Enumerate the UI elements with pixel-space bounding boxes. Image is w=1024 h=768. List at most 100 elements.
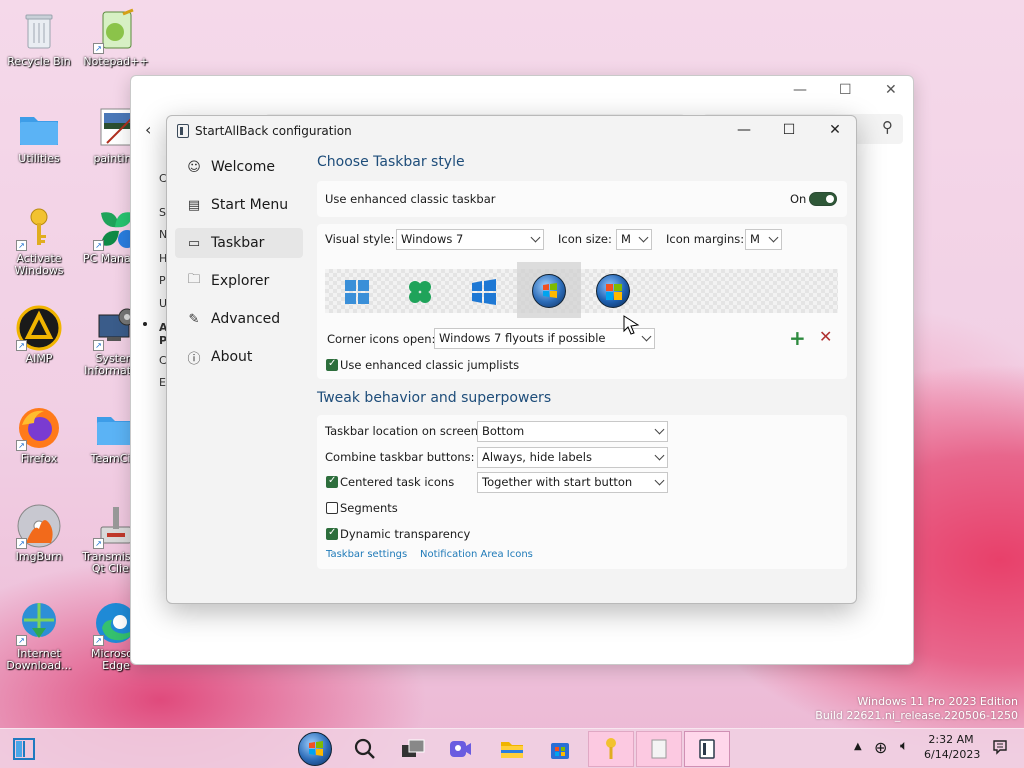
speaker-muted-icon[interactable]: 🔈︎ [900, 738, 908, 754]
enhanced-taskbar-label: Use enhanced classic taskbar [325, 192, 496, 206]
start-style-win7-orb-icon[interactable] [532, 274, 566, 308]
minimize-icon[interactable]: — [793, 82, 807, 98]
startallback-dialog[interactable]: StartAllBack configuration — ☐ ✕ ☺ Welco… [166, 115, 857, 604]
sidebar-item-label: Advanced [211, 311, 281, 327]
desktop-icon-label: Utilities [18, 152, 60, 165]
chevron-up-icon[interactable]: ▲ [854, 741, 862, 752]
sidebar-item-label: Explorer [211, 273, 270, 289]
sidebar-item-start-menu[interactable]: ▤ Start Menu [175, 190, 303, 220]
desktop-icon-label: AIMP [25, 352, 53, 365]
desktop-icon-label: Firefox [20, 452, 58, 465]
folder-icon: 🗀 [187, 272, 201, 287]
taskbar-settings-link[interactable]: Taskbar settings [326, 549, 407, 560]
taskbar-style-card: Visual style: Windows 7 Icon size: M Ico… [317, 224, 847, 379]
desktop-icon-label: Internet Download... [6, 647, 72, 672]
sidebar-item-taskbar[interactable]: ▭ Taskbar [175, 228, 303, 258]
icon-size-label: Icon size: [558, 232, 612, 246]
sidebar-item-welcome[interactable]: ☺ Welcome [175, 152, 303, 182]
bullet-dot [143, 322, 147, 326]
centered-icons-checkbox[interactable] [326, 475, 338, 488]
aimp-icon: ↗ [16, 305, 62, 351]
sidebar-letter: P [159, 274, 166, 287]
sidebar-item-advanced[interactable]: ✎ Advanced [175, 304, 303, 334]
desktop-icon-activate-windows[interactable]: ↗ Activate Windows [5, 205, 73, 277]
segments-checkbox[interactable] [326, 502, 338, 514]
task-view-icon[interactable] [397, 733, 429, 765]
taskbar-location-select[interactable]: Bottom [477, 421, 668, 442]
start-style-win10-icon[interactable] [471, 279, 497, 308]
search-icon[interactable] [349, 733, 381, 765]
meet-icon[interactable] [444, 733, 476, 765]
desktop-icon-recycle-bin[interactable]: Recycle Bin [5, 8, 73, 68]
visual-style-value: Windows 7 [401, 232, 464, 246]
icon-margins-select[interactable]: M [745, 229, 782, 250]
desktop-icon-label: Recycle Bin [7, 55, 71, 68]
taskbar: ▲ ⊕ 🔈︎ 2:32 AM 6/14/2023 [0, 728, 1024, 768]
dialog-title: StartAllBack configuration [195, 124, 352, 138]
segments-label: Segments [340, 501, 398, 515]
maximize-icon[interactable]: ☐ [779, 122, 799, 138]
icon-margins-value: M [750, 232, 760, 246]
desktop-icon-internet-download[interactable]: ↗ Internet Download... [5, 600, 73, 672]
visual-style-select[interactable]: Windows 7 [396, 229, 544, 250]
start-style-win11-icon[interactable] [344, 279, 370, 308]
add-icon[interactable]: + [789, 326, 806, 350]
sidebar-item-about[interactable]: ⓘ About [175, 342, 303, 372]
combine-buttons-label: Combine taskbar buttons: [325, 450, 475, 464]
section-title-taskbar-style: Choose Taskbar style [317, 154, 465, 170]
remove-icon[interactable]: ✕ [819, 327, 832, 346]
desktop-icon-notepadpp[interactable]: ↗ Notepad++ [82, 8, 150, 68]
idm-icon: ↗ [16, 600, 62, 646]
centered-icons-select[interactable]: Together with start button [477, 472, 668, 493]
taskbar-location-value: Bottom [482, 424, 525, 438]
folder-icon [16, 105, 62, 151]
taskbar-app-activate-icon[interactable] [588, 731, 634, 767]
shortcut-arrow-icon: ↗ [93, 538, 104, 549]
maximize-icon[interactable]: ☐ [839, 82, 852, 98]
widgets-icon[interactable] [8, 733, 40, 765]
combine-buttons-value: Always, hide labels [482, 450, 592, 464]
taskbar-app-startallback-icon[interactable] [684, 731, 730, 767]
start-orb-icon[interactable] [296, 730, 334, 768]
start-menu-icon: ▤ [187, 197, 201, 213]
desktop-icon-utilities[interactable]: Utilities [5, 105, 73, 165]
key-icon: ↗ [16, 205, 62, 251]
desktop-icon-label: Notepad++ [83, 55, 149, 68]
shortcut-arrow-icon: ↗ [93, 43, 104, 54]
desktop-icon-aimp[interactable]: ↗ AIMP [5, 305, 73, 365]
icon-size-select[interactable]: M [616, 229, 652, 250]
combine-buttons-select[interactable]: Always, hide labels [477, 447, 668, 468]
store-icon[interactable] [544, 733, 576, 765]
close-icon[interactable]: ✕ [885, 82, 897, 98]
chevron-down-icon [638, 232, 649, 243]
taskbar-app-notepad-icon[interactable] [636, 731, 682, 767]
desktop-icon-imgburn[interactable]: ↗ ImgBurn [5, 503, 73, 563]
clock-date: 6/14/2023 [924, 748, 981, 761]
centered-icons-label: Centered task icons [340, 475, 455, 489]
sidebar-item-explorer[interactable]: 🗀 Explorer [175, 266, 303, 296]
watermark-edition: Windows 11 Pro 2023 Edition [857, 695, 1018, 708]
start-style-vista-orb-icon[interactable] [596, 274, 630, 308]
back-arrow-icon[interactable]: ‹ [145, 120, 151, 139]
shortcut-arrow-icon: ↗ [16, 340, 27, 351]
sidebar-nav: ☺ Welcome ▤ Start Menu ▭ Taskbar 🗀 Explo… [175, 152, 303, 380]
close-icon[interactable]: ✕ [825, 122, 845, 138]
shortcut-arrow-icon: ↗ [16, 635, 27, 646]
dynamic-transparency-label: Dynamic transparency [340, 527, 471, 541]
file-explorer-icon[interactable] [496, 733, 528, 765]
jumplists-checkbox[interactable] [326, 358, 338, 371]
sidebar-item-label: Welcome [211, 159, 276, 175]
notification-area-icons-link[interactable]: Notification Area Icons [420, 549, 533, 560]
enhanced-taskbar-toggle[interactable] [809, 192, 837, 206]
start-style-clover-icon[interactable] [407, 279, 433, 308]
desktop-icon-firefox[interactable]: ↗ Firefox [5, 405, 73, 465]
notification-center-icon[interactable] [992, 739, 1008, 758]
shortcut-arrow-icon: ↗ [16, 538, 27, 549]
dynamic-transparency-checkbox[interactable] [326, 527, 338, 540]
shortcut-arrow-icon: ↗ [16, 440, 27, 451]
shortcut-arrow-icon: ↗ [93, 340, 104, 351]
globe-icon[interactable]: ⊕ [874, 738, 887, 757]
minimize-icon[interactable]: — [734, 122, 754, 138]
clock[interactable]: 2:32 AM 6/14/2023 [924, 732, 981, 762]
chevron-down-icon [654, 475, 665, 486]
